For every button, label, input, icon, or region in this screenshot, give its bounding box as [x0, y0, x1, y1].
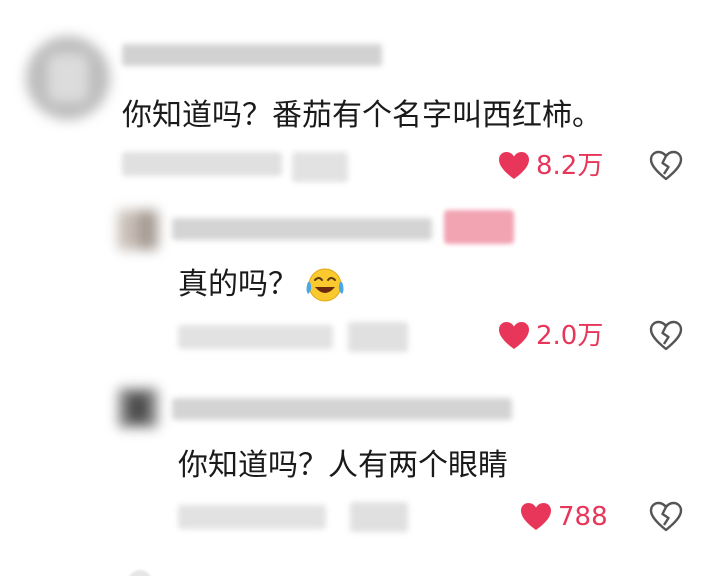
- comment-date: [178, 325, 333, 349]
- author-tag: [444, 210, 514, 244]
- comment-section: 你知道吗？番茄有个名字叫西红柿。 8.2万 真的吗？ 2.0万 你知道吗？人有两…: [0, 0, 720, 576]
- heart-icon: [499, 322, 529, 349]
- comment-date: [178, 505, 326, 529]
- like-button[interactable]: 788: [520, 499, 608, 535]
- avatar[interactable]: [118, 210, 158, 250]
- reply-button[interactable]: [350, 502, 408, 532]
- crying-laughing-emoji: [306, 268, 344, 302]
- like-count: 788: [558, 502, 608, 532]
- comment-date: [122, 152, 282, 176]
- reply-button[interactable]: [292, 152, 348, 182]
- like-count: 2.0万: [536, 321, 604, 351]
- like-count: 8.2万: [536, 151, 604, 181]
- broken-heart-icon[interactable]: [649, 500, 683, 534]
- avatar[interactable]: [26, 36, 110, 120]
- username[interactable]: [122, 44, 382, 66]
- like-button[interactable]: 8.2万: [498, 148, 603, 184]
- avatar[interactable]: [118, 388, 158, 428]
- comment-text: 你知道吗？番茄有个名字叫西红柿。: [122, 98, 602, 133]
- username[interactable]: [172, 398, 512, 420]
- reply-button[interactable]: [348, 322, 408, 352]
- broken-heart-icon[interactable]: [649, 319, 683, 353]
- reply-text: 真的吗？: [178, 267, 298, 302]
- username[interactable]: [172, 218, 432, 240]
- comment-text: 你知道吗？人有两个眼睛: [178, 448, 508, 483]
- heart-icon: [521, 503, 551, 530]
- comment-text: 真的吗？: [178, 265, 346, 305]
- heart-icon: [499, 152, 529, 179]
- like-button[interactable]: 2.0万: [498, 318, 603, 354]
- broken-heart-icon[interactable]: [649, 149, 683, 183]
- next-item-avatar: [128, 570, 152, 576]
